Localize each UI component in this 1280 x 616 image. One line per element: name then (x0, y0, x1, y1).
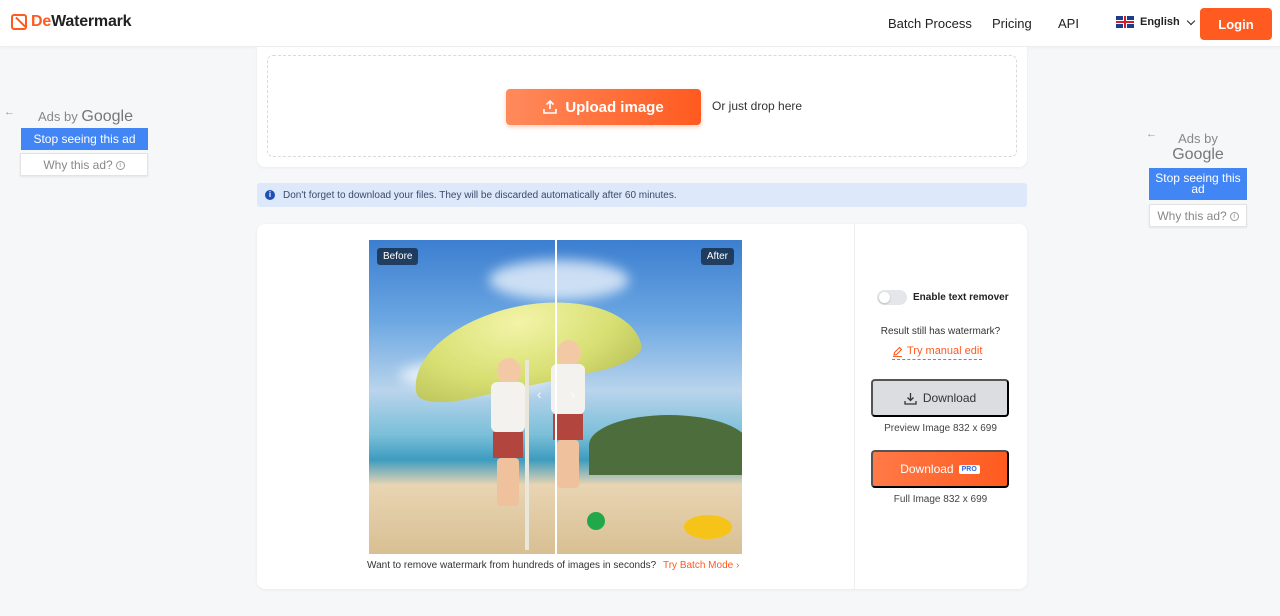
before-label: Before (377, 248, 419, 265)
info-icon: i (1229, 212, 1239, 222)
edit-icon (893, 346, 903, 357)
retention-notice: i Don't forget to download your files. T… (257, 183, 1027, 207)
logo-prefix: De (31, 13, 52, 30)
full-image-size: Full Image 832 x 699 (893, 494, 988, 505)
language-selector[interactable]: English (1116, 16, 1195, 28)
chevron-down-icon (1186, 16, 1195, 25)
notice-text: Don't forget to download your files. The… (283, 189, 677, 201)
after-label: After (700, 248, 734, 265)
text-remover-toggle-row: Enable text remover (877, 290, 1009, 305)
logo[interactable]: DeWatermark (11, 12, 132, 32)
uk-flag-icon (1116, 16, 1134, 28)
language-label: English (1140, 16, 1180, 28)
nav-api[interactable]: API (1058, 16, 1079, 31)
ads-by-google: Ads by Google (38, 108, 133, 125)
before-after-compare[interactable]: ‹ › Before After (369, 240, 742, 554)
try-batch-mode-link[interactable]: Try Batch Mode › (663, 560, 739, 571)
upload-icon (543, 100, 558, 114)
ad-why-button[interactable]: Why this ad? i (20, 153, 148, 176)
panel-divider (854, 224, 855, 589)
ads-by-google: Ads by Google (1172, 131, 1224, 163)
batch-promo: Want to remove watermark from hundreds o… (367, 560, 739, 571)
manual-edit-link[interactable]: Try manual edit (892, 345, 983, 360)
compare-handle[interactable]: ‹ › (537, 386, 575, 406)
chevron-left-icon: ‹ (537, 386, 542, 402)
logo-icon (11, 14, 27, 30)
download-icon (904, 392, 917, 405)
toggle-label: Enable text remover (913, 292, 1009, 303)
info-icon: i (265, 190, 275, 200)
nav-batch-process[interactable]: Batch Process (888, 16, 972, 31)
after-image (556, 240, 742, 554)
pro-badge: PRO (958, 464, 980, 474)
download-preview-button[interactable]: Download (871, 379, 1009, 417)
ad-why-button[interactable]: Why this ad? i (1149, 204, 1247, 227)
download-full-button[interactable]: Download PRO (871, 450, 1009, 488)
upload-button-label: Upload image (565, 98, 664, 116)
ad-stop-seeing-button[interactable]: Stop seeing this ad (21, 128, 148, 150)
preview-image-size: Preview Image 832 x 699 (884, 423, 997, 434)
drop-zone[interactable]: Upload image Or just drop here (267, 55, 1017, 157)
login-button[interactable]: Login (1200, 8, 1272, 40)
drop-hint: Or just drop here (712, 99, 803, 113)
text-remover-toggle[interactable] (877, 290, 907, 305)
upload-card: Upload image Or just drop here (257, 47, 1027, 167)
logo-suffix: Watermark (51, 13, 132, 30)
batch-promo-text: Want to remove watermark from hundreds o… (367, 560, 657, 571)
result-card: ‹ › Before After Want to remove watermar… (257, 224, 1027, 589)
nav-pricing[interactable]: Pricing (992, 16, 1032, 31)
before-image (369, 240, 555, 554)
upload-image-button[interactable]: Upload image (506, 89, 701, 125)
chevron-right-icon: › (570, 386, 575, 402)
ad-stop-seeing-button[interactable]: Stop seeing this ad (1149, 168, 1247, 200)
still-watermark-text: Result still has watermark? (880, 326, 1001, 337)
ad-back-arrow-icon[interactable]: ← (4, 106, 15, 118)
info-icon: i (115, 161, 125, 171)
top-header: DeWatermark Batch Process Pricing API En… (0, 0, 1280, 47)
